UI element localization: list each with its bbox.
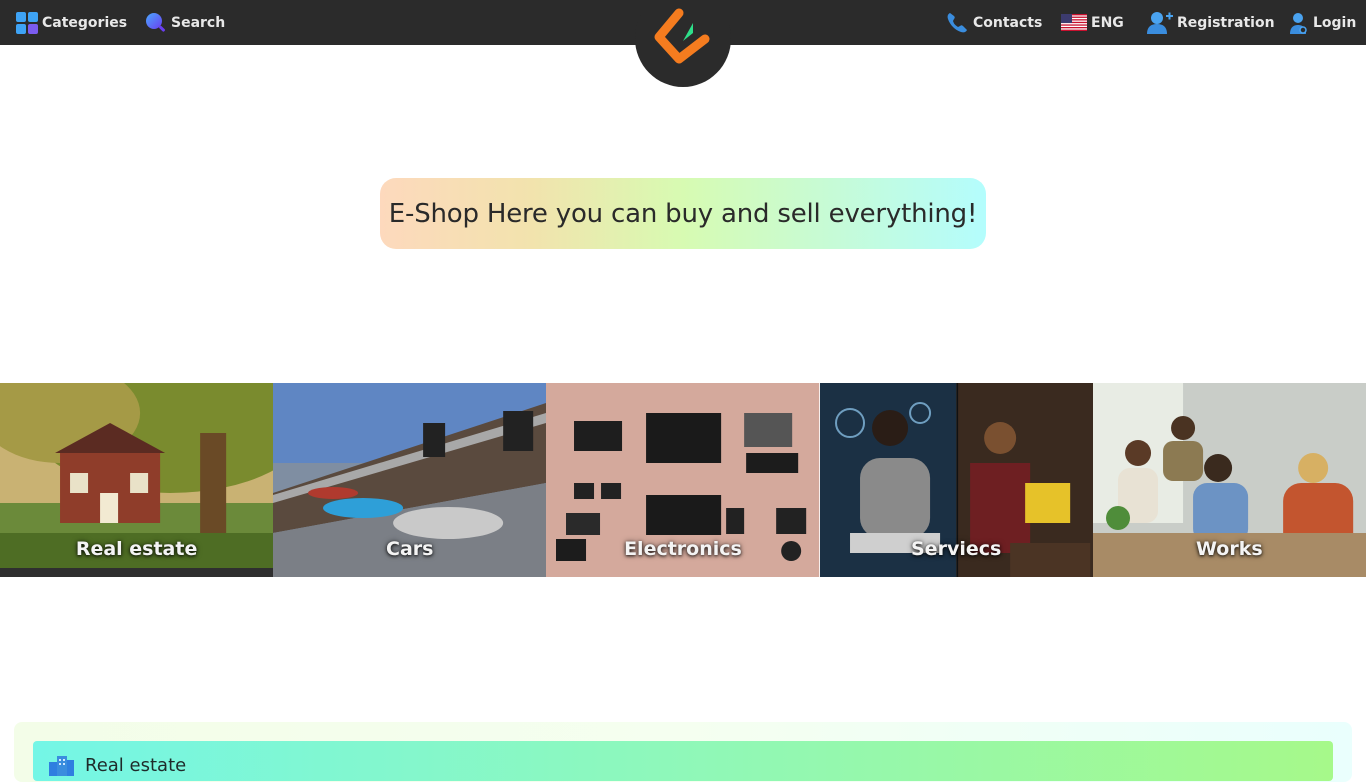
search-icon [146,12,165,32]
login-label: Login [1313,14,1357,31]
site-logo[interactable] [635,0,731,87]
hero-text: E-Shop Here you can buy and sell everyth… [388,198,978,229]
categories-label: Categories [42,14,128,31]
category-label: Electronics [624,538,742,560]
category-cars[interactable]: Cars [273,383,547,577]
category-label: Serviecs [911,538,1002,560]
category-real-estate[interactable]: Real estate [0,383,274,577]
category-strip: Real estate Cars Electronics Serviecs Wo… [0,383,1366,577]
logo-icon [654,8,710,63]
contacts-label: Contacts [973,14,1043,31]
add-user-icon [1147,11,1173,34]
category-label: Cars [386,538,434,560]
contacts-link[interactable]: Contacts [945,0,1042,45]
categories-button[interactable]: Categories [16,0,127,45]
login-link[interactable]: Login [1289,0,1356,45]
category-label: Real estate [75,538,198,560]
category-services[interactable]: Serviecs [819,383,1093,577]
search-label: Search [171,14,226,31]
category-works[interactable]: Works [1092,383,1366,577]
language-label: ENG [1091,14,1124,31]
category-electronics[interactable]: Electronics [546,383,820,577]
category-label: Works [1196,538,1263,560]
section-title: Real estate [85,755,187,776]
phone-icon [947,12,967,32]
hero-banner: E-Shop Here you can buy and sell everyth… [380,178,986,249]
registration-label: Registration [1177,14,1275,31]
us-flag-icon [1061,14,1087,31]
grid-icon [16,11,38,34]
registration-link[interactable]: Registration [1147,0,1275,45]
buildings-icon [49,756,74,776]
search-button[interactable]: Search [145,0,225,45]
language-selector[interactable]: ENG [1061,0,1124,45]
user-icon [1290,12,1307,34]
section-header[interactable]: Real estate [33,741,1333,781]
